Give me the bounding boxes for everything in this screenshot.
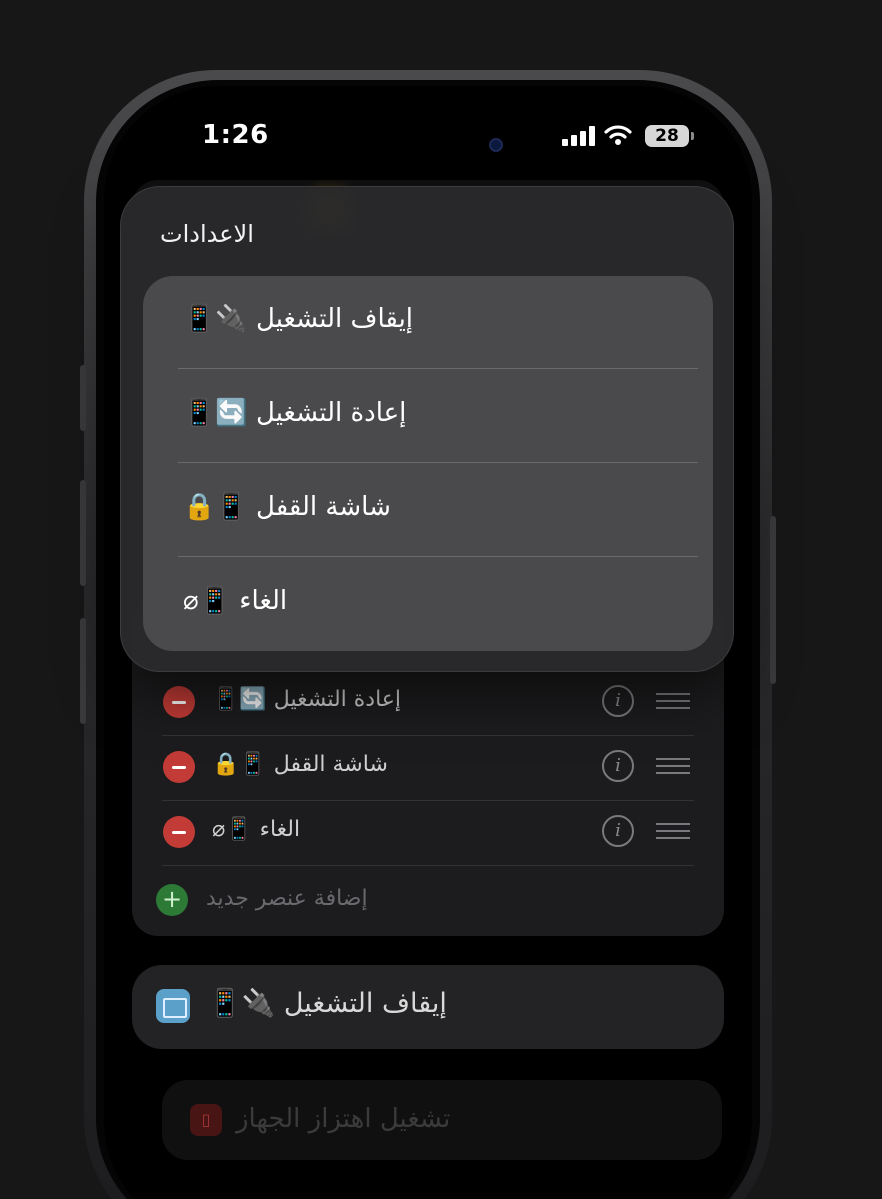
popup-title: الاعدادات bbox=[160, 220, 254, 248]
add-item-row[interactable]: + إضافة عنصر جديد bbox=[156, 882, 556, 918]
power-button bbox=[770, 516, 776, 684]
remove-icon[interactable] bbox=[163, 686, 195, 718]
divider bbox=[162, 865, 694, 866]
menu-item-cancel[interactable]: الغاء 📱⌀ bbox=[143, 558, 713, 651]
shortcut-card[interactable]: إيقاف التشغيل 🔌📱 bbox=[132, 965, 724, 1049]
list-row-label: الغاء 📱⌀ bbox=[212, 817, 301, 842]
remove-icon[interactable] bbox=[163, 816, 195, 848]
list-row[interactable]: شاشة القفل 📱🔒 i bbox=[160, 736, 694, 800]
menu-divider bbox=[178, 368, 698, 369]
wifi-icon bbox=[604, 124, 632, 150]
menu-item-label: الغاء 📱⌀ bbox=[183, 586, 288, 616]
drag-handle-icon[interactable] bbox=[656, 693, 690, 711]
menu-divider bbox=[178, 556, 698, 557]
vibrate-icon: ▯ bbox=[190, 1104, 222, 1136]
menu-divider bbox=[178, 462, 698, 463]
volume-down-button bbox=[80, 618, 86, 724]
front-camera bbox=[489, 138, 503, 152]
battery-indicator: 28 bbox=[645, 125, 694, 147]
list-row[interactable]: الغاء 📱⌀ i bbox=[160, 801, 694, 865]
status-time: 1:26 bbox=[202, 120, 269, 150]
menu-item-lock-screen[interactable]: شاشة القفل 📱🔒 bbox=[143, 464, 713, 557]
volume-up-button bbox=[80, 480, 86, 586]
list-row-label: إعادة التشغيل 🔄📱 bbox=[212, 687, 402, 712]
menu-item-label: إيقاف التشغيل 🔌📱 bbox=[183, 304, 414, 334]
menu-item-label: شاشة القفل 📱🔒 bbox=[183, 492, 391, 522]
menu-item-label: إعادة التشغيل 🔄📱 bbox=[183, 398, 407, 428]
add-icon[interactable]: + bbox=[156, 884, 188, 916]
menu-item-shutdown[interactable]: إيقاف التشغيل 🔌📱 bbox=[143, 276, 713, 369]
vibrate-shortcut-card[interactable]: ▯ تشغيل اهتزاز الجهاز bbox=[162, 1080, 722, 1160]
info-icon[interactable]: i bbox=[602, 750, 634, 782]
info-icon[interactable]: i bbox=[602, 815, 634, 847]
drag-handle-icon[interactable] bbox=[656, 758, 690, 776]
info-icon[interactable]: i bbox=[602, 685, 634, 717]
vibrate-shortcut-label: تشغيل اهتزاز الجهاز bbox=[236, 1104, 451, 1134]
cellular-signal-icon bbox=[562, 126, 596, 146]
app-icon bbox=[156, 989, 190, 1023]
remove-icon[interactable] bbox=[163, 751, 195, 783]
menu-item-restart[interactable]: إعادة التشغيل 🔄📱 bbox=[143, 370, 713, 463]
list-row[interactable]: إعادة التشغيل 🔄📱 i bbox=[160, 671, 694, 735]
shortcut-label: إيقاف التشغيل 🔌📱 bbox=[208, 988, 447, 1019]
add-item-label: إضافة عنصر جديد bbox=[206, 886, 368, 911]
action-button bbox=[80, 365, 86, 431]
drag-handle-icon[interactable] bbox=[656, 823, 690, 841]
list-row-label: شاشة القفل 📱🔒 bbox=[212, 752, 388, 777]
